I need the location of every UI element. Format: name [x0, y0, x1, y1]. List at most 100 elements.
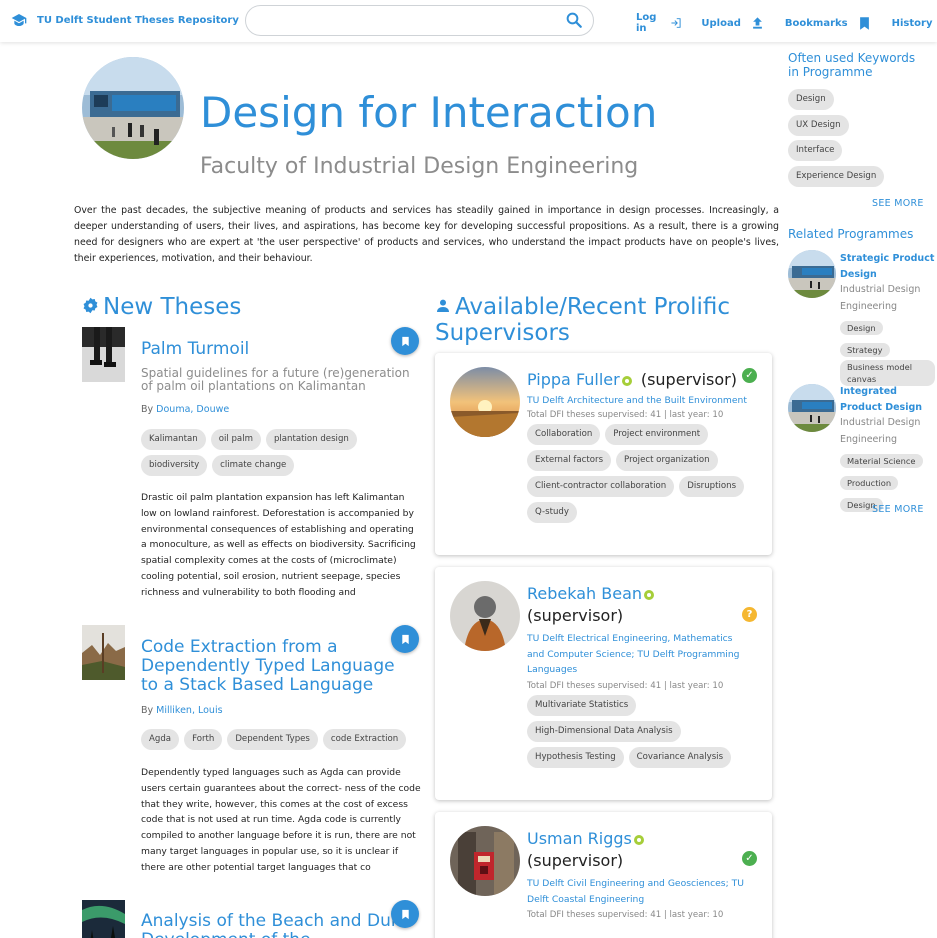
related-programme-image[interactable] — [788, 250, 836, 298]
tag-chip[interactable]: Dependent Types — [227, 729, 318, 750]
supervisor-name-line: Usman Riggs (supervisor) — [527, 828, 747, 872]
tag-chip[interactable]: Project environment — [605, 424, 709, 445]
badge-icon — [83, 297, 98, 314]
search-box[interactable] — [245, 5, 594, 36]
tag-chip[interactable]: code Extraction — [322, 729, 407, 750]
brand-title: TU Delft Student Theses Repository — [37, 14, 239, 26]
tag-chip[interactable]: climate change — [212, 455, 295, 476]
supervisor-card[interactable]: Pippa Fuller (supervisor) ✓ TU Delft Arc… — [435, 353, 772, 555]
bookmark-button[interactable] — [391, 625, 419, 653]
author-link[interactable]: Milliken, Louis — [156, 705, 222, 716]
unknown-question-icon: ? — [742, 607, 757, 622]
thesis-author-line: By Douma, Douwe — [141, 404, 229, 415]
brand-link[interactable]: TU Delft Student Theses Repository — [11, 13, 239, 27]
tag-chip[interactable]: Agda — [141, 729, 180, 750]
tag-chip[interactable]: Material Science — [840, 454, 923, 468]
tag-chip[interactable]: Disruptions — [679, 476, 745, 497]
supervisor-affiliation[interactable]: TU Delft Civil Engineering and Geoscienc… — [527, 876, 757, 907]
tag-chip[interactable]: Collaboration — [527, 424, 601, 445]
thesis-thumbnail[interactable] — [82, 327, 125, 382]
tag-chip[interactable]: plantation design — [265, 429, 357, 450]
supervisor-affiliation[interactable]: TU Delft Electrical Engineering, Mathema… — [527, 631, 747, 678]
search-input[interactable] — [246, 6, 546, 35]
tag-chip[interactable]: Business model canvas — [840, 360, 935, 386]
new-theses-heading: New Theses — [82, 294, 241, 320]
keywords-heading: Often used Keywords in Programme — [788, 51, 916, 79]
supervisor-avatar — [450, 826, 520, 896]
related-programmes-heading: Related Programmes — [788, 227, 914, 241]
tag-chip[interactable]: Design — [840, 321, 883, 335]
related-programme-image[interactable] — [788, 384, 836, 432]
tag-chip[interactable]: Covariance Analysis — [628, 747, 732, 768]
new-theses-label: New Theses — [103, 294, 242, 320]
tag-chip[interactable]: oil palm — [210, 429, 261, 450]
related-programme-tags: Design Strategy Business model canvas — [840, 316, 935, 389]
tag-chip[interactable]: Q-study — [527, 502, 577, 523]
related-programme-title[interactable]: Strategic Product Design — [840, 251, 935, 282]
tag-chip[interactable]: Forth — [184, 729, 223, 750]
bookmark-button[interactable] — [391, 327, 419, 355]
related-programme-faculty: Industrial Design Engineering — [840, 417, 921, 445]
bookmark-icon — [401, 634, 409, 644]
search-icon[interactable] — [565, 11, 583, 29]
login-icon — [671, 18, 681, 28]
by-label: By — [141, 404, 154, 415]
bookmark-icon — [401, 909, 409, 919]
tag-chip[interactable]: High-Dimensional Data Analysis — [527, 721, 681, 742]
supervisor-role: (supervisor) — [527, 606, 624, 625]
tag-chip[interactable]: Kalimantan — [141, 429, 206, 450]
person-icon — [437, 299, 449, 312]
programme-description: Over the past decades, the subjective me… — [74, 205, 779, 264]
related-programme-title[interactable]: Integrated Product Design — [840, 384, 935, 415]
orcid-icon[interactable] — [621, 375, 632, 386]
related-programme-faculty: Industrial Design Engineering — [840, 284, 921, 312]
thesis-title[interactable]: Palm Turmoil — [141, 340, 249, 359]
keyword-chip[interactable]: Experience Design — [788, 166, 885, 187]
supervisor-name[interactable]: Rebekah Bean — [527, 584, 642, 603]
upload-link[interactable]: Upload — [701, 15, 764, 31]
tag-chip[interactable]: Multivariate Statistics — [527, 695, 637, 716]
keyword-chip[interactable]: UX Design — [788, 115, 849, 136]
supervisor-role: (supervisor) — [640, 370, 737, 389]
bookmark-button[interactable] — [391, 900, 419, 928]
bookmark-icon — [859, 16, 869, 30]
supervisor-stats: Total DFI theses supervised: 41 | last y… — [527, 910, 724, 920]
orcid-icon[interactable] — [633, 834, 644, 845]
supervisor-card[interactable]: Usman Riggs (supervisor) ✓ TU Delft Civil… — [435, 812, 772, 938]
thesis-thumbnail[interactable] — [82, 900, 125, 938]
programme-image — [82, 57, 184, 159]
bookmarks-link[interactable]: Bookmarks — [785, 15, 872, 32]
tag-chip[interactable]: Hypothesis Testing — [527, 747, 624, 768]
login-link[interactable]: Log in — [636, 12, 681, 34]
tag-chip[interactable]: biodiversity — [141, 455, 208, 476]
thesis-subtitle: Spatial guidelines for a future (re)gene… — [141, 366, 410, 393]
supervisor-tags: Multivariate Statistics High-Dimensional… — [527, 695, 767, 773]
available-check-icon: ✓ — [742, 851, 757, 866]
thesis-title[interactable]: Analysis of the Beach and Dune Developme… — [141, 912, 416, 938]
see-more-keywords-link[interactable]: SEE MORE — [872, 198, 924, 209]
orcid-icon[interactable] — [644, 589, 655, 600]
keyword-chip[interactable]: Interface — [788, 140, 843, 161]
tag-chip[interactable]: External factors — [527, 450, 612, 471]
tag-chip[interactable]: Project organization — [616, 450, 718, 471]
supervisors-heading: Available/Recent Prolific Supervisors — [435, 294, 775, 346]
top-bar: TU Delft Student Theses Repository Log i… — [0, 0, 937, 42]
supervisor-card[interactable]: Rebekah Bean (supervisor) ? TU Delft Elec… — [435, 567, 772, 800]
faculty-subtitle: Faculty of Industrial Design Engineering — [200, 154, 639, 179]
supervisor-tags: Collaboration Project environment Extern… — [527, 424, 767, 528]
tag-chip[interactable]: Strategy — [840, 343, 890, 357]
thesis-thumbnail[interactable] — [82, 625, 125, 680]
tag-chip[interactable]: Client-contractor collaboration — [527, 476, 675, 497]
thesis-title[interactable]: Code Extraction from a Dependently Typed… — [141, 638, 416, 695]
supervisor-name[interactable]: Pippa Fuller — [527, 370, 620, 389]
history-link[interactable]: History — [892, 15, 937, 32]
supervisors-label: Available/Recent Prolific Supervisors — [435, 294, 731, 346]
supervisor-name-line: Rebekah Bean (supervisor) — [527, 583, 747, 627]
supervisor-name[interactable]: Usman Riggs — [527, 829, 632, 848]
author-link[interactable]: Douma, Douwe — [156, 404, 229, 415]
tag-chip[interactable]: Production — [840, 476, 899, 490]
keyword-chip[interactable]: Design — [788, 89, 834, 110]
thesis-abstract: Dependently typed languages such as Agda… — [141, 767, 421, 873]
see-more-programmes-link[interactable]: SEE MORE — [872, 504, 924, 515]
supervisor-affiliation[interactable]: TU Delft Architecture and the Built Envi… — [527, 393, 757, 409]
